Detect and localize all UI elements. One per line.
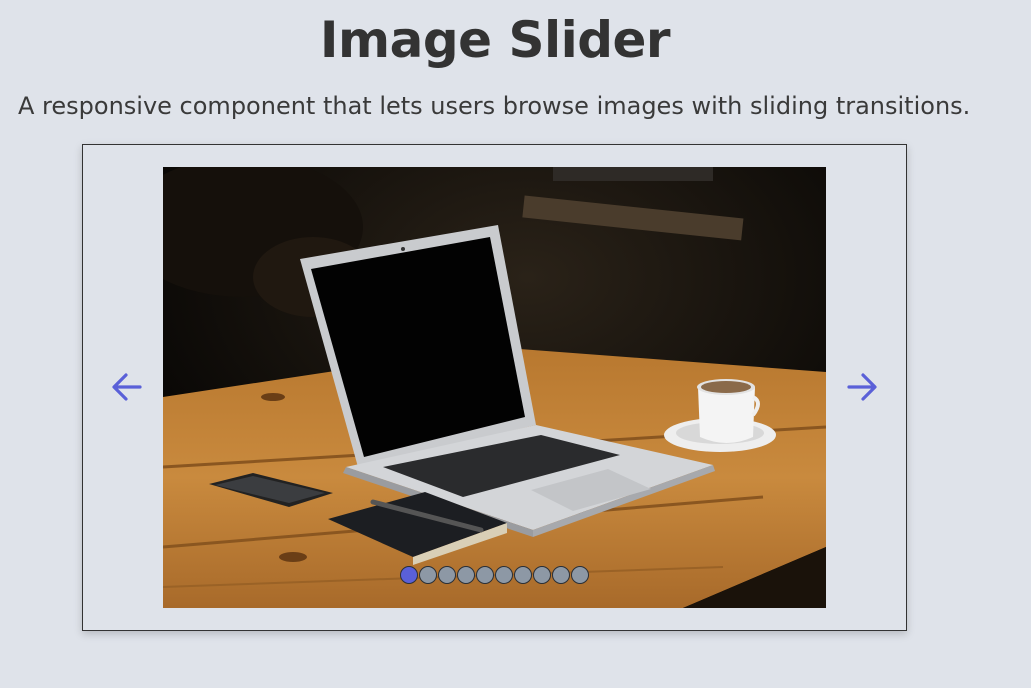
page-title: Image Slider <box>319 11 671 69</box>
slide-dot-7[interactable] <box>514 566 532 584</box>
prev-slide-button[interactable] <box>107 367 147 407</box>
slide-dot-8[interactable] <box>533 566 551 584</box>
slide-dot-10[interactable] <box>571 566 589 584</box>
image-slider <box>82 144 907 631</box>
slide-image <box>163 167 826 608</box>
slide-dot-1[interactable] <box>400 566 418 584</box>
slide-dot-6[interactable] <box>495 566 513 584</box>
slide-dot-5[interactable] <box>476 566 494 584</box>
page-subtitle: A responsive component that lets users b… <box>18 92 971 120</box>
slide-dot-9[interactable] <box>552 566 570 584</box>
slide-dot-2[interactable] <box>419 566 437 584</box>
arrow-left-icon <box>112 373 142 401</box>
arrow-right-icon <box>847 373 877 401</box>
page: Image Slider A responsive component that… <box>0 0 1031 688</box>
slide-dot-4[interactable] <box>457 566 475 584</box>
next-slide-button[interactable] <box>842 367 882 407</box>
slide-dot-3[interactable] <box>438 566 456 584</box>
slide-indicators <box>163 566 826 584</box>
